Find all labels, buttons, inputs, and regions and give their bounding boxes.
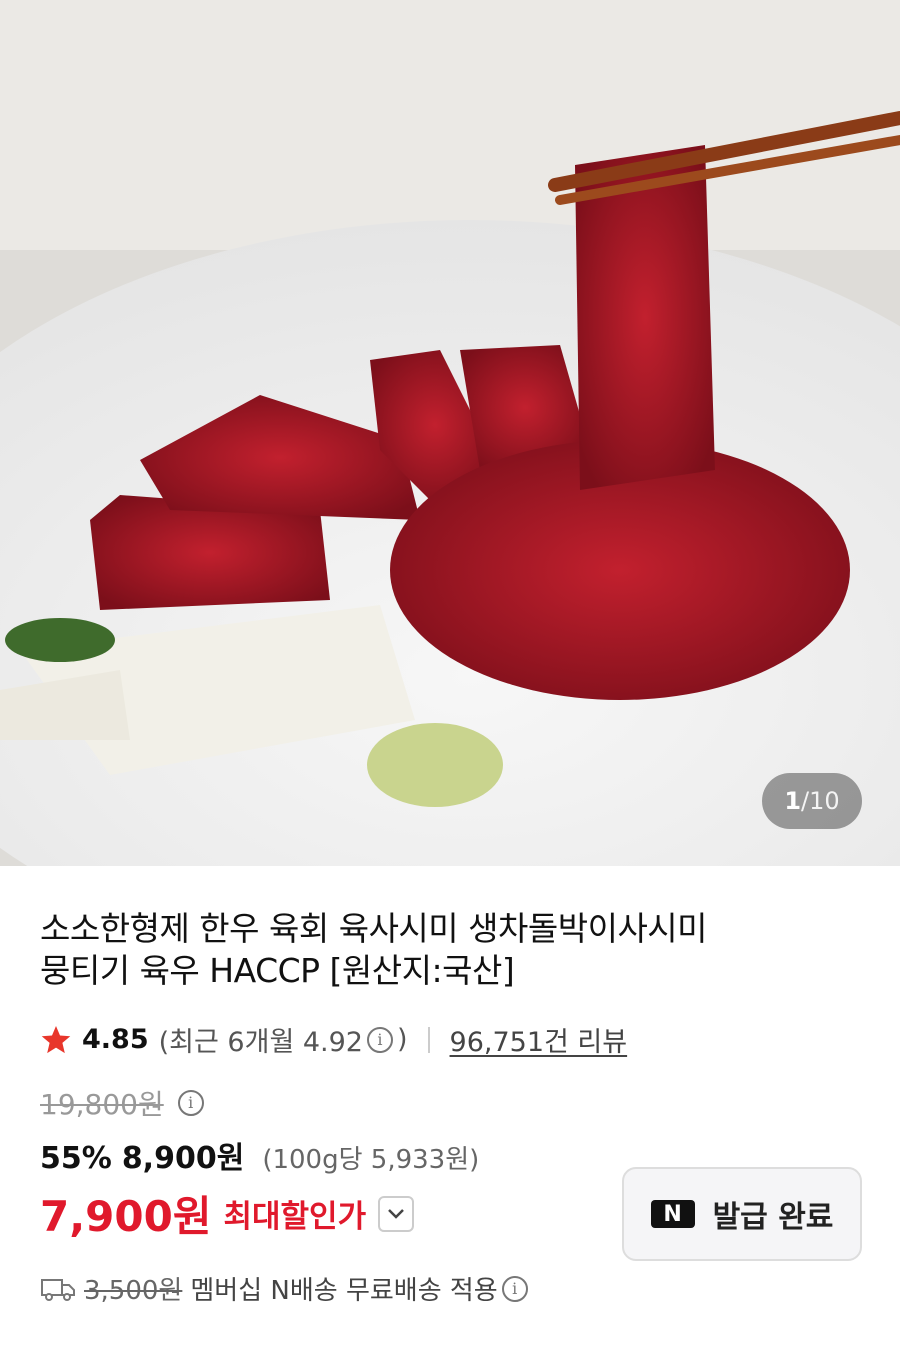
star-icon (41, 1025, 71, 1053)
product-title-line1: 소소한형제 한우 육회 육사시미 생차돌박이사시미 (40, 909, 708, 948)
product-title: 소소한형제 한우 육회 육사시미 생차돌박이사시미 뭉티기 육우 HACCP [… (40, 866, 860, 992)
price-info-icon[interactable]: i (177, 1090, 204, 1116)
recent-rating-close: ) (396, 1024, 408, 1055)
product-info: 소소한형제 한우 육회 육사시미 생차돌박이사시미 뭉티기 육우 HACCP [… (0, 866, 900, 1307)
max-discount-price: 7,900원 (40, 1192, 212, 1241)
coupon-issued-button[interactable]: N 발급 완료 (622, 1167, 862, 1261)
counter-separator: / (801, 787, 810, 815)
chevron-down-icon[interactable] (378, 1195, 415, 1232)
truck-icon (41, 1278, 75, 1301)
recent-rating: (최근 6개월 4.92 (158, 1027, 363, 1058)
info-icon[interactable]: i (366, 1026, 393, 1053)
original-shipping-fee: 3,500원 (84, 1276, 183, 1306)
original-price-row: 19,800원 i (40, 1083, 860, 1123)
counter-current: 1 (784, 787, 802, 815)
max-discount-label: 최대할인가 (223, 1199, 367, 1235)
divider (427, 1026, 430, 1053)
discount-rate: 55% (40, 1141, 112, 1176)
sale-price: 8,900원 (121, 1141, 245, 1176)
counter-total: 10 (809, 787, 840, 815)
product-title-line2: 뭉티기 육우 HACCP [원산지:국산] (40, 951, 515, 990)
review-count-link[interactable]: 96,751건 리뷰 (450, 1020, 628, 1059)
unit-price: (100g당 5,933원) (262, 1145, 480, 1175)
product-image[interactable]: 1 / 10 (0, 0, 900, 866)
shipping-row: 3,500원 멤버십 N배송 무료배송 적용 i (40, 1270, 860, 1307)
rating-row: 4.85 (최근 6개월 4.92 i ) 96,751건 리뷰 (40, 1020, 860, 1059)
rating-score: 4.85 (82, 1024, 149, 1055)
original-price: 19,800원 (40, 1088, 164, 1121)
shipping-text: 멤버십 N배송 무료배송 적용 (190, 1276, 498, 1306)
coupon-label: 발급 완료 (712, 1200, 834, 1235)
product-photo (0, 0, 900, 866)
image-counter: 1 / 10 (762, 773, 862, 829)
shipping-info-icon[interactable]: i (501, 1275, 528, 1302)
naver-n-icon: N (650, 1200, 695, 1228)
